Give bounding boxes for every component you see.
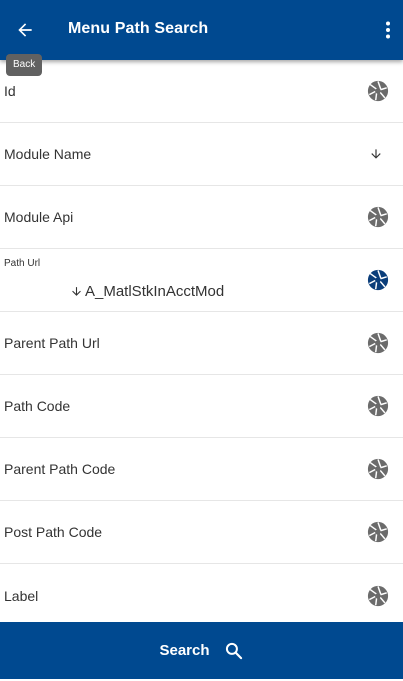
field-path-url[interactable]: Path Url A_MatlStkInAcctMod [0,249,403,312]
field-label: Module Api [4,209,74,225]
field-label: Path Url [4,258,41,269]
field-parent-path-url[interactable]: Parent Path Url [0,312,403,375]
aperture-icon[interactable] [367,458,389,480]
field-post-path-code[interactable]: Post Path Code [0,501,403,564]
search-icon [225,642,242,659]
search-field-list: Id Module Name Module Api Path Url A_Mat… [0,60,403,627]
aperture-icon[interactable] [367,395,389,417]
app-header: Menu Path Search [0,0,403,60]
sort-down-icon[interactable] [369,147,383,161]
field-label: Label [4,587,39,604]
aperture-icon[interactable] [367,206,389,228]
arrow-left-icon [18,23,32,37]
field-label: Module Name [4,146,92,162]
back-tooltip: Back [6,54,43,76]
aperture-icon[interactable] [367,584,389,607]
search-button[interactable]: Search [0,622,403,679]
field-label: Parent Path Url [4,335,100,351]
aperture-icon[interactable] [367,80,389,102]
more-options-button[interactable] [380,16,396,44]
field-module-name[interactable]: Module Name [0,123,403,186]
aperture-icon[interactable] [367,332,389,354]
field-path-code[interactable]: Path Code [0,375,403,438]
aperture-icon[interactable] [367,269,389,291]
field-label[interactable]: Label [0,564,403,627]
field-label: Path Code [4,398,71,414]
search-button-label: Search [159,642,210,659]
field-label: Id [4,83,16,99]
app: Menu Path Search Back Id Module Name Mod… [0,0,403,681]
field-label: Post Path Code [4,524,103,540]
arrow-down-icon [72,287,81,296]
more-vertical-icon [386,21,390,39]
field-value: A_MatlStkInAcctMod [70,283,224,300]
field-parent-path-code[interactable]: Parent Path Code [0,438,403,501]
field-label: Parent Path Code [4,461,116,477]
page-title: Menu Path Search [68,20,209,37]
aperture-icon[interactable] [367,521,389,543]
field-module-api[interactable]: Module Api [0,186,403,249]
field-id[interactable]: Id [0,60,403,123]
back-button[interactable] [10,15,40,45]
path-url-value: A_MatlStkInAcctMod [85,283,225,300]
